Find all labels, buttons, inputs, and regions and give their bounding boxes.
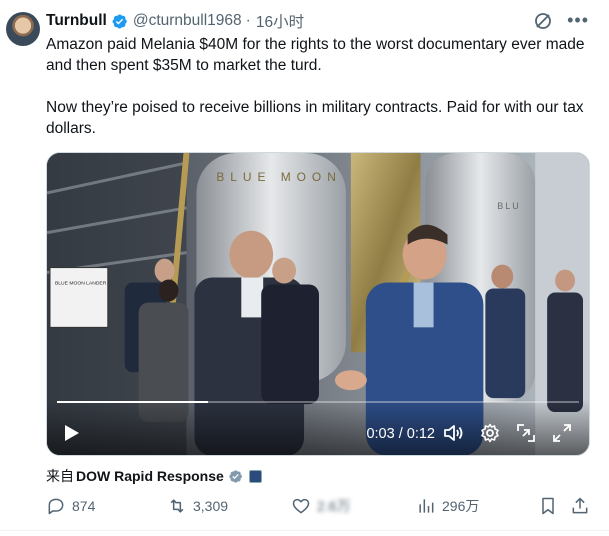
video-progress-bar[interactable]: [57, 401, 579, 403]
view-count: 296万: [442, 498, 480, 514]
divider: [0, 530, 609, 531]
video-duration: 0:12: [406, 426, 435, 442]
share-button[interactable]: [570, 496, 596, 516]
video-current-time: 0:03: [366, 426, 395, 442]
separator-dot: ·: [245, 12, 251, 29]
views-chart-icon: [419, 499, 434, 513]
tweet-text: Amazon paid Melania $40M for the rights …: [46, 34, 596, 139]
verified-badge-icon: [111, 13, 128, 30]
fullscreen-icon[interactable]: [551, 422, 573, 444]
gov-verified-badge-icon: [228, 469, 243, 484]
like-count: 2.6万: [317, 498, 351, 514]
scene-sign: BLUE MOON LANDER: [55, 281, 107, 287]
avatar[interactable]: [6, 12, 40, 46]
picture-in-picture-icon[interactable]: [515, 422, 537, 444]
reply-icon: [48, 498, 64, 515]
tweet-paragraph-2: Now they’re poised to receive billions i…: [46, 99, 584, 137]
bookmark-button[interactable]: [538, 496, 564, 516]
tweet-timestamp[interactable]: 16小时: [256, 10, 304, 32]
video-source-attribution: 来自 DOW Rapid Response: [46, 466, 262, 486]
volume-icon[interactable]: [443, 423, 465, 443]
video-player[interactable]: BLUE MOON BLU BLUE MOON LANDER 0:03 / 0:…: [46, 152, 590, 456]
tweet-header: Turnbull @cturnbull1968 · 16小时 •••: [46, 10, 589, 32]
grok-icon[interactable]: [533, 11, 553, 31]
play-icon[interactable]: [61, 423, 81, 443]
video-progress-fill: [57, 401, 209, 403]
video-time-readout: 0:03 / 0:12: [366, 426, 435, 442]
tweet-actions: 874 3,309 2.6万 296万: [46, 496, 594, 520]
settings-gear-icon[interactable]: [479, 422, 501, 444]
author-name[interactable]: Turnbull: [46, 12, 107, 30]
share-icon: [572, 497, 588, 514]
tweet-paragraph-1: Amazon paid Melania $40M for the rights …: [46, 36, 585, 74]
reply-button[interactable]: 874: [46, 496, 95, 516]
more-options-icon[interactable]: •••: [567, 10, 589, 31]
retweet-button[interactable]: 3,309: [167, 496, 228, 516]
bookmark-icon: [542, 497, 554, 515]
affiliate-logo-icon: [248, 469, 262, 483]
video-time-separator: /: [394, 426, 407, 442]
source-account-name[interactable]: DOW Rapid Response: [76, 468, 224, 484]
video-controls: 0:03 / 0:12: [47, 399, 589, 455]
views-button[interactable]: 296万: [416, 496, 479, 516]
author-handle[interactable]: @cturnbull1968: [133, 12, 242, 30]
heart-icon: [292, 498, 310, 514]
reply-count: 874: [72, 498, 96, 514]
retweet-count: 3,309: [193, 498, 229, 514]
source-label: 来自: [46, 468, 74, 484]
scene-text-right: BLU: [497, 201, 520, 211]
retweet-icon: [170, 499, 184, 513]
scene-text-left: BLUE MOON: [216, 170, 341, 184]
like-button[interactable]: 2.6万: [291, 496, 350, 516]
